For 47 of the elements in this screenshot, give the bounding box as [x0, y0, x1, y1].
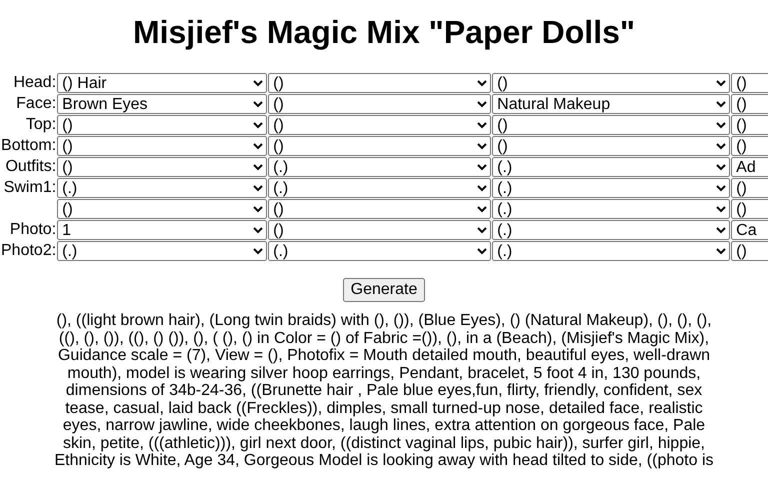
dropdown[interactable]: () [731, 72, 768, 92]
field-label: Outfits: [5, 158, 56, 174]
dropdown[interactable]: Ad [731, 156, 768, 176]
dropdown[interactable]: () [492, 136, 730, 156]
dropdown[interactable]: (.) [57, 178, 268, 198]
generate-button[interactable]: Generate [342, 278, 426, 302]
dropdown[interactable]: () [268, 114, 492, 134]
field-label: Head: [13, 74, 56, 90]
dropdown[interactable]: () [268, 136, 492, 156]
dropdown[interactable]: (.) [492, 198, 730, 218]
dropdown[interactable]: (.) [268, 240, 492, 260]
dropdown[interactable]: () Hair [57, 72, 268, 92]
dropdown[interactable]: (.) [268, 178, 492, 198]
dropdown[interactable]: () [268, 94, 492, 114]
field-label: Face: [16, 94, 56, 112]
dropdown[interactable]: () [492, 114, 730, 134]
dropdown[interactable]: () [268, 198, 492, 218]
dropdown[interactable]: Brown Eyes [57, 94, 268, 114]
dropdown[interactable]: () [731, 136, 768, 156]
dropdown[interactable]: () [731, 114, 768, 134]
dropdown[interactable]: () [731, 198, 768, 218]
dropdown[interactable]: (.) [492, 220, 730, 240]
page-title: Misjief's Magic Mix "Paper Dolls" [132, 13, 636, 52]
dropdown[interactable]: () [57, 136, 268, 156]
dropdown[interactable]: () [731, 178, 768, 198]
dropdown[interactable]: () [492, 72, 730, 92]
dropdown[interactable]: () [57, 156, 268, 176]
field-label: Top: [26, 116, 56, 132]
dropdown[interactable]: () [57, 114, 268, 134]
dropdown[interactable]: (.) [268, 156, 492, 176]
dropdown[interactable]: Ca [731, 220, 768, 240]
dropdown[interactable]: (.) [492, 178, 730, 198]
dropdown[interactable]: () [731, 94, 768, 114]
field-label: Bottom: [1, 136, 56, 154]
dropdown[interactable]: () [57, 198, 268, 218]
dropdown[interactable]: 1 [57, 220, 268, 240]
dropdown[interactable]: () [731, 240, 768, 260]
dropdown[interactable]: (.) [492, 240, 730, 260]
field-label: Photo: [10, 220, 56, 238]
dropdown[interactable]: () [268, 72, 492, 92]
dropdown[interactable]: () [268, 220, 492, 240]
dropdown[interactable]: Natural Makeup [492, 94, 730, 114]
prompt-text: (), ((light brown hair), (Long twin braids) with (), ()), (Blue Eyes), () (Natural Makeup), (), (), (), ((), (), ()), ((), () ()), (), ( (), () in Color = () of Fabric =()), (), in a (Beach), (Misjief's Magic Mix), Guidance scale = (7), View = (), Photofix = Mouth detailed mouth, beautiful eyes, well-drawn mouth), model is wearing silver hoop earrings, Pendant, bracelet, 5 foot 4 in, 130 pounds, dimensions of 34b-24-36, ((Brunette hair , Pale blue eyes,fun, flirty, friendly, confident, sex tease, casual, laid back ((Freckles)), dimples, small turned-up nose, detailed face, realistic eyes, narrow jawline, wide cheekbones, laugh lines, extra attention on gorgeous face, Pale skin, petite, (((athletic))), girl next door, ((distinct vaginal lips, pubic hair)), surfer girl, hippie, Ethnicity is White, Age 34, Gorgeous Model is looking away with head tilted to side, ((photo is [53, 312, 714, 470]
dropdown[interactable]: (.) [57, 240, 268, 260]
field-label: Photo2: [1, 242, 56, 258]
dropdown[interactable]: (.) [492, 156, 730, 176]
field-label: Swim1: [4, 178, 56, 196]
